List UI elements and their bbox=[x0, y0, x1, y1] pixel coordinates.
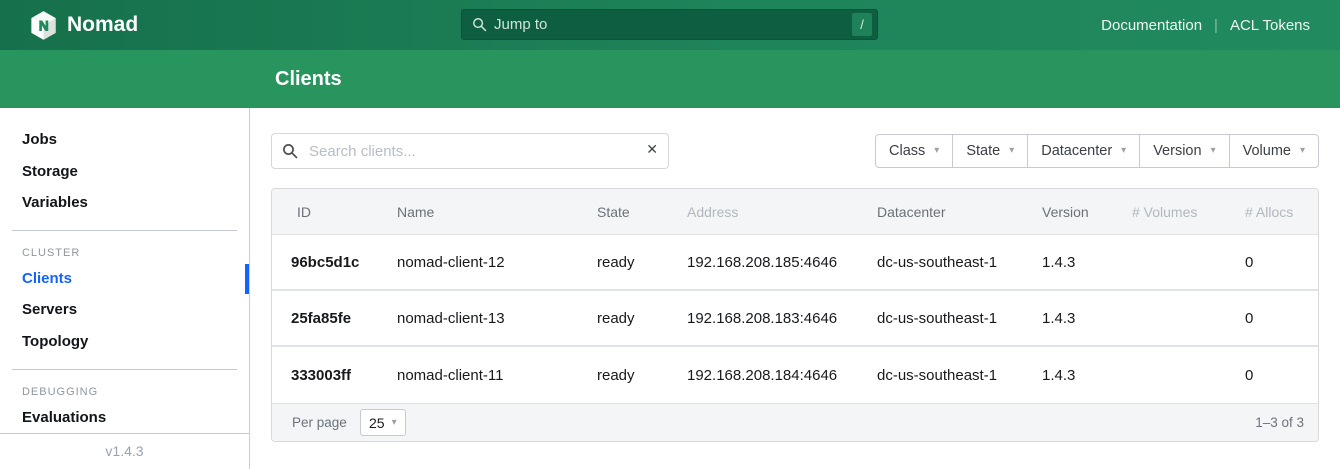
client-allocs-cell: 0 bbox=[1220, 291, 1318, 347]
chevron-down-icon: ▾ bbox=[1009, 146, 1014, 156]
client-version-cell: 1.4.3 bbox=[1017, 347, 1107, 403]
clients-toolbar: ✕ Class ▾ State ▾ Datacenter ▾ Version ▾ bbox=[271, 133, 1319, 169]
client-datacenter-cell: dc-us-southeast-1 bbox=[852, 235, 1017, 291]
sidebar-item-variables[interactable]: Variables bbox=[0, 187, 249, 218]
client-state-cell: ready bbox=[572, 235, 662, 291]
filter-class-button[interactable]: Class ▾ bbox=[875, 134, 953, 168]
client-volumes-cell bbox=[1107, 347, 1220, 403]
sidebar-item-evaluations[interactable]: Evaluations bbox=[0, 402, 249, 433]
facet-filter-group: Class ▾ State ▾ Datacenter ▾ Version ▾ V… bbox=[875, 134, 1319, 168]
sidebar-footer: v1.4.3 bbox=[0, 433, 249, 469]
sidebar-item-clients[interactable]: Clients bbox=[0, 263, 249, 294]
client-datacenter-cell: dc-us-southeast-1 bbox=[852, 347, 1017, 403]
sidebar-item-jobs[interactable]: Jobs bbox=[0, 124, 249, 155]
filter-state-label: State bbox=[966, 143, 1000, 159]
chevron-down-icon: ▾ bbox=[1211, 146, 1216, 156]
nomad-brand[interactable]: Nomad bbox=[30, 11, 138, 40]
acl-tokens-link[interactable]: ACL Tokens bbox=[1230, 17, 1310, 34]
client-id-cell[interactable]: 25fa85fe bbox=[272, 291, 372, 347]
column-header-datacenter[interactable]: Datacenter bbox=[852, 189, 1017, 235]
filter-volume-button[interactable]: Volume ▾ bbox=[1229, 134, 1319, 168]
sidebar-divider bbox=[12, 369, 237, 370]
search-icon bbox=[282, 143, 298, 159]
documentation-link[interactable]: Documentation bbox=[1101, 17, 1202, 34]
table-row[interactable]: 25fa85fe nomad-client-13 ready 192.168.2… bbox=[272, 291, 1318, 347]
column-header-version[interactable]: Version bbox=[1017, 189, 1107, 235]
client-id-cell[interactable]: 333003ff bbox=[272, 347, 372, 403]
chevron-down-icon: ▾ bbox=[392, 418, 397, 428]
per-page-value: 25 bbox=[369, 415, 385, 431]
table-row[interactable]: 333003ff nomad-client-11 ready 192.168.2… bbox=[272, 347, 1318, 403]
top-navbar: Nomad / Documentation | ACL Tokens bbox=[0, 0, 1340, 50]
sidebar-divider bbox=[12, 230, 237, 231]
filter-volume-label: Volume bbox=[1243, 143, 1291, 159]
filter-datacenter-label: Datacenter bbox=[1041, 143, 1112, 159]
sidebar-item-topology[interactable]: Topology bbox=[0, 326, 249, 357]
jump-to-search[interactable]: / bbox=[461, 9, 878, 40]
pagination-range: 1–3 of 3 bbox=[1255, 415, 1304, 430]
client-allocs-cell: 0 bbox=[1220, 347, 1318, 403]
per-page-select[interactable]: 25 ▾ bbox=[360, 409, 406, 436]
page-title: Clients bbox=[275, 68, 342, 91]
client-volumes-cell bbox=[1107, 291, 1220, 347]
client-version-cell: 1.4.3 bbox=[1017, 291, 1107, 347]
client-address-cell: 192.168.208.185:4646 bbox=[662, 235, 852, 291]
filter-datacenter-button[interactable]: Datacenter ▾ bbox=[1027, 134, 1140, 168]
client-address-cell: 192.168.208.184:4646 bbox=[662, 347, 852, 403]
sidebar-section-debugging: DEBUGGING bbox=[0, 382, 249, 402]
search-clients-input[interactable] bbox=[271, 133, 669, 169]
client-id-cell[interactable]: 96bc5d1c bbox=[272, 235, 372, 291]
filter-version-button[interactable]: Version ▾ bbox=[1139, 134, 1229, 168]
client-version-cell: 1.4.3 bbox=[1017, 235, 1107, 291]
client-allocs-cell: 0 bbox=[1220, 235, 1318, 291]
version-label: v1.4.3 bbox=[0, 434, 249, 469]
content-area: ✕ Class ▾ State ▾ Datacenter ▾ Version ▾ bbox=[250, 108, 1340, 469]
clients-search: ✕ bbox=[271, 133, 669, 169]
column-header-volumes: # Volumes bbox=[1107, 189, 1220, 235]
sidebar: Jobs Storage Variables CLUSTER Clients S… bbox=[0, 108, 250, 469]
client-datacenter-cell: dc-us-southeast-1 bbox=[852, 291, 1017, 347]
table-pagination-footer: Per page 25 ▾ 1–3 of 3 bbox=[272, 403, 1318, 441]
main-layout: Jobs Storage Variables CLUSTER Clients S… bbox=[0, 108, 1340, 469]
column-header-allocs: # Allocs bbox=[1220, 189, 1318, 235]
topbar-links: Documentation | ACL Tokens bbox=[1101, 17, 1310, 34]
column-header-address: Address bbox=[662, 189, 852, 235]
brand-label: Nomad bbox=[67, 13, 138, 37]
chevron-down-icon: ▾ bbox=[1121, 146, 1126, 156]
column-header-name[interactable]: Name bbox=[372, 189, 572, 235]
filter-version-label: Version bbox=[1153, 143, 1201, 159]
links-separator: | bbox=[1214, 17, 1218, 34]
filter-state-button[interactable]: State ▾ bbox=[952, 134, 1028, 168]
client-name-cell: nomad-client-13 bbox=[372, 291, 572, 347]
client-volumes-cell bbox=[1107, 235, 1220, 291]
chevron-down-icon: ▾ bbox=[934, 146, 939, 156]
shortcut-key-badge: / bbox=[852, 13, 872, 36]
search-icon bbox=[472, 17, 487, 32]
client-state-cell: ready bbox=[572, 291, 662, 347]
table-header-row: ID Name State Address Datacenter Version… bbox=[272, 189, 1318, 235]
clients-table: ID Name State Address Datacenter Version… bbox=[271, 188, 1319, 442]
table-row[interactable]: 96bc5d1c nomad-client-12 ready 192.168.2… bbox=[272, 235, 1318, 291]
sidebar-item-servers[interactable]: Servers bbox=[0, 294, 249, 325]
chevron-down-icon: ▾ bbox=[1300, 146, 1305, 156]
column-header-state[interactable]: State bbox=[572, 189, 662, 235]
client-name-cell: nomad-client-12 bbox=[372, 235, 572, 291]
column-header-id[interactable]: ID bbox=[272, 189, 372, 235]
nomad-logo-icon bbox=[30, 11, 57, 40]
per-page-label: Per page bbox=[292, 415, 347, 430]
client-state-cell: ready bbox=[572, 347, 662, 403]
sidebar-section-cluster: CLUSTER bbox=[0, 243, 249, 263]
client-name-cell: nomad-client-11 bbox=[372, 347, 572, 403]
sidebar-item-storage[interactable]: Storage bbox=[0, 155, 249, 186]
jump-to-input[interactable] bbox=[494, 16, 852, 33]
clear-search-icon[interactable]: ✕ bbox=[646, 141, 658, 158]
page-header-bar: Clients bbox=[0, 50, 1340, 108]
filter-class-label: Class bbox=[889, 143, 925, 159]
client-address-cell: 192.168.208.183:4646 bbox=[662, 291, 852, 347]
